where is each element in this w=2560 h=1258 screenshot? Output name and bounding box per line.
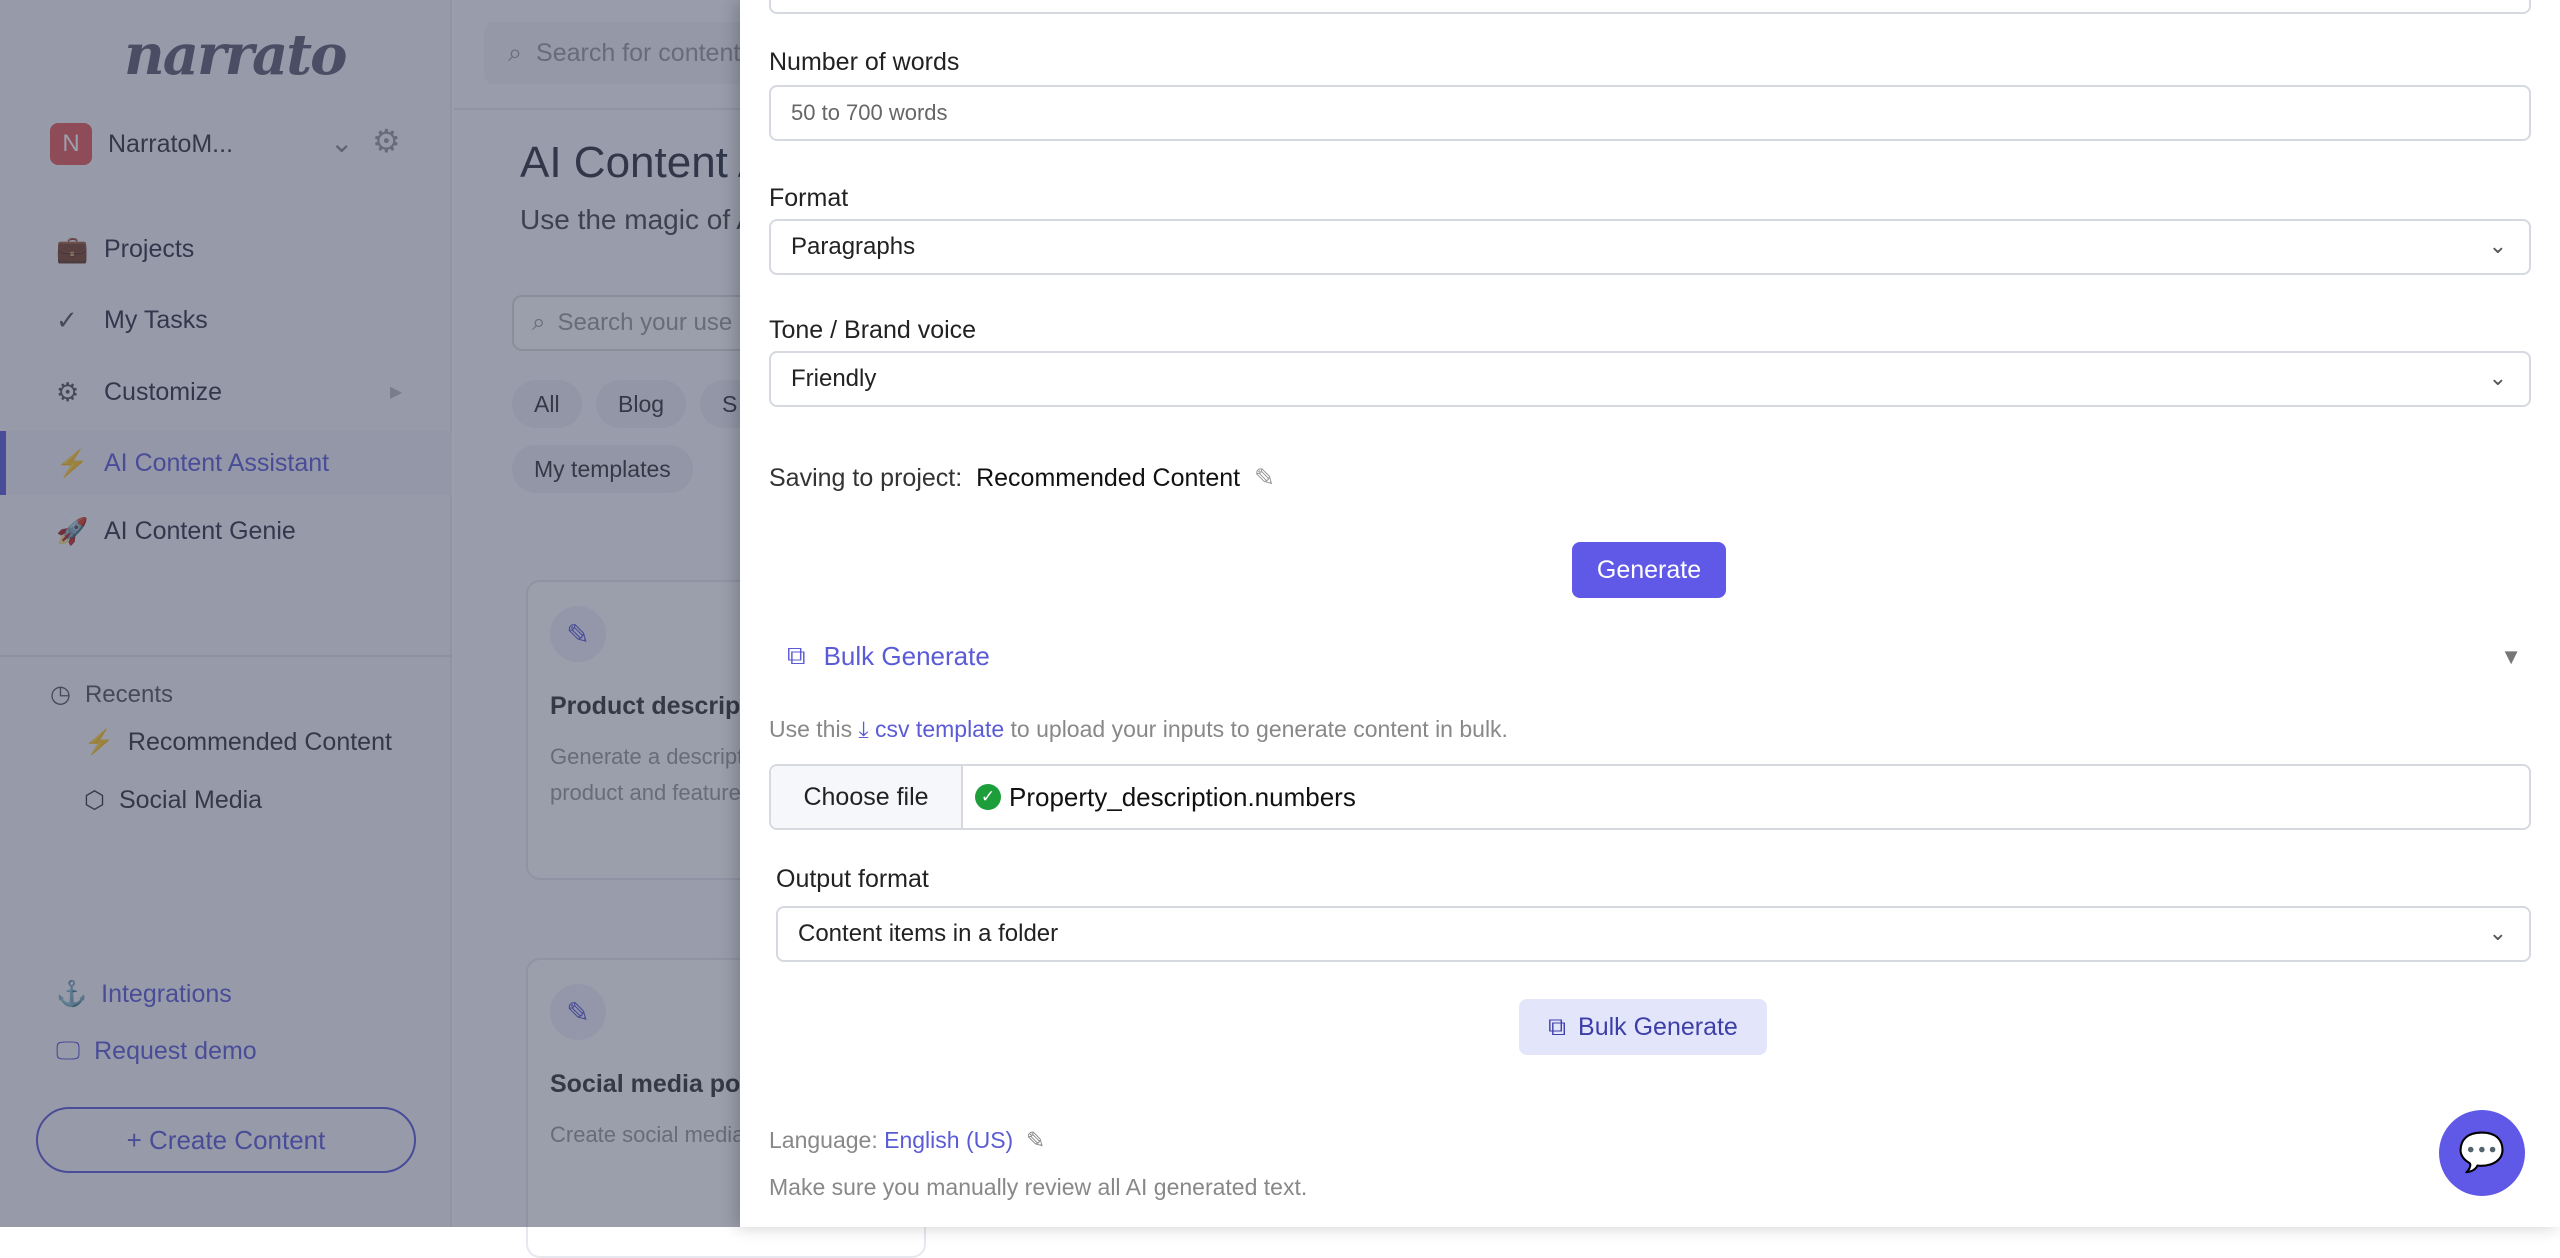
review-note: Make sure you manually review all AI gen… <box>769 1174 1308 1200</box>
words-label: Number of words <box>769 48 960 76</box>
download-icon: ⤓ <box>858 716 869 742</box>
csv-instructions: Use this ⤓ csv template to upload your i… <box>769 716 1508 743</box>
format-label: Format <box>769 184 849 212</box>
format-value: Paragraphs <box>791 233 916 260</box>
file-input[interactable]: Choose file ✓ Property_description.numbers <box>769 764 2531 830</box>
csv-post: to upload your inputs to generate conten… <box>1010 716 1508 742</box>
chat-icon: 💬 <box>2458 1132 2506 1174</box>
language-label: Language: <box>769 1127 878 1153</box>
tone-label: Tone / Brand voice <box>769 316 977 344</box>
language-value[interactable]: English (US) <box>884 1127 1013 1153</box>
csv-pre: Use this <box>769 716 853 742</box>
chevron-down-icon: ⌄ <box>2488 233 2507 258</box>
language-setting: Language: English (US) ✎ <box>769 1127 1045 1154</box>
words-input[interactable]: 50 to 700 words <box>769 85 2531 141</box>
caret-down-icon[interactable]: ▼ <box>2500 644 2522 670</box>
modal-backdrop[interactable] <box>0 0 740 1227</box>
project-name: Recommended Content <box>976 464 1241 492</box>
bulk-button-label: Bulk Generate <box>1578 1012 1738 1041</box>
format-select[interactable]: Paragraphs ⌄ <box>769 219 2531 275</box>
copy-icon: ⧉ <box>1548 1012 1567 1041</box>
check-circle-icon: ✓ <box>975 784 1001 810</box>
output-format-value: Content items in a folder <box>798 920 1059 947</box>
output-format-label: Output format <box>776 865 929 893</box>
textarea-field[interactable] <box>769 0 2531 14</box>
content-form-panel: Number of words 50 to 700 words Format P… <box>740 0 2560 1227</box>
file-name: Property_description.numbers <box>1009 781 1356 812</box>
edit-icon[interactable]: ✎ <box>1254 464 1275 492</box>
bulk-header-label: Bulk Generate <box>823 640 990 671</box>
saving-label: Saving to project: <box>769 464 963 492</box>
bulk-generate-toggle[interactable]: ⧉ Bulk Generate <box>787 640 990 672</box>
copy-icon: ⧉ <box>787 640 806 670</box>
generate-button[interactable]: Generate <box>1572 542 1726 598</box>
csv-template-link[interactable]: ⤓ csv template <box>858 716 1004 742</box>
edit-icon[interactable]: ✎ <box>1026 1127 1045 1153</box>
output-format-select[interactable]: Content items in a folder ⌄ <box>776 906 2531 962</box>
saving-to-project: Saving to project: Recommended Content ✎ <box>769 463 1275 493</box>
chevron-down-icon: ⌄ <box>2488 365 2507 390</box>
bulk-generate-button[interactable]: ⧉ Bulk Generate <box>1519 999 1767 1055</box>
chevron-down-icon: ⌄ <box>2488 920 2507 945</box>
tone-select[interactable]: Friendly ⌄ <box>769 351 2531 407</box>
choose-file-button[interactable]: Choose file <box>771 766 963 828</box>
tone-value: Friendly <box>791 365 877 392</box>
chat-launcher-button[interactable]: 💬 <box>2439 1110 2525 1196</box>
